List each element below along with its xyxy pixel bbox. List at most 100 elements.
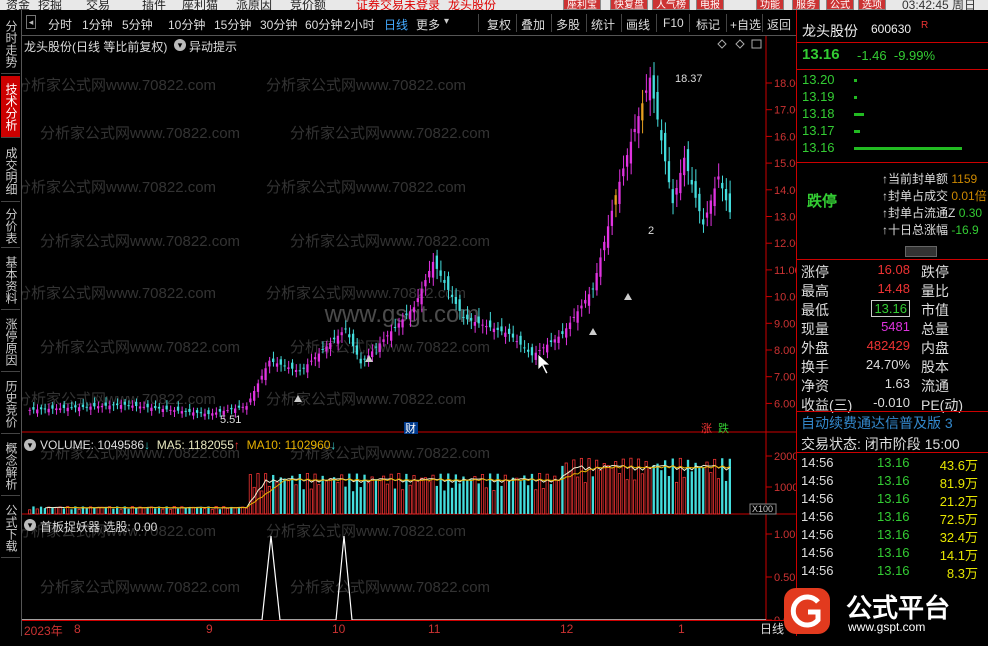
- stat-row: 最低 13.16 市值: [801, 300, 986, 319]
- tab-technical[interactable]: 技术分析: [1, 76, 20, 138]
- candle-body: [599, 257, 602, 277]
- volume-bar: [161, 508, 165, 515]
- tab-limit-reason[interactable]: 涨停原因: [1, 312, 20, 372]
- expand-button[interactable]: [905, 246, 937, 257]
- tab-profile[interactable]: 基本资料: [1, 250, 20, 310]
- period-2hour[interactable]: 2小时: [344, 16, 375, 33]
- volume-bar: [420, 477, 424, 515]
- volume-bar: [698, 466, 701, 514]
- price-tick: 8.00: [774, 345, 795, 357]
- adjust-button[interactable]: 复权: [487, 16, 511, 33]
- volume-bar: [294, 484, 298, 515]
- menu-item[interactable]: 竞价额: [290, 0, 326, 10]
- tab-concept[interactable]: 概念解析: [1, 436, 20, 496]
- subscription-banner[interactable]: 自动续费通达信普及版 3: [801, 413, 953, 433]
- info-icon[interactable]: ▾: [174, 39, 186, 51]
- volume-bar: [119, 509, 123, 515]
- login-status[interactable]: 证券交易未登录: [356, 0, 440, 10]
- candle-body: [237, 405, 241, 408]
- last-price: 13.16: [802, 46, 840, 63]
- period-5min[interactable]: 5分钟: [122, 16, 153, 33]
- candle-body: [606, 226, 610, 248]
- candle-body: [370, 351, 374, 358]
- menu-item[interactable]: 资金: [6, 0, 30, 10]
- volume-bar: [176, 508, 180, 514]
- add-watchlist-button[interactable]: +自选: [730, 16, 761, 33]
- menu-badge[interactable]: 服务: [792, 0, 820, 10]
- menu-badge[interactable]: 电报: [696, 0, 724, 10]
- period-intraday[interactable]: 分时: [48, 16, 72, 33]
- candle-body: [154, 405, 157, 409]
- menu-badge[interactable]: 公式: [826, 0, 854, 10]
- volume-bar: [583, 482, 587, 515]
- nav-left-icon[interactable]: ◂: [26, 15, 36, 29]
- stat-value: 1.63: [884, 376, 910, 391]
- watermark-text: 分析家公式网www.70822.com: [40, 579, 240, 596]
- candle-body: [310, 360, 313, 362]
- candle-body: [511, 333, 515, 338]
- candle-body: [519, 335, 522, 345]
- high-marker: 18.37: [675, 73, 703, 85]
- candle-body: [74, 405, 77, 408]
- menu-badge[interactable]: 座利宝: [563, 0, 601, 10]
- period-30min[interactable]: 30分钟: [260, 16, 297, 33]
- tab-formula-download[interactable]: 公式下载: [1, 498, 20, 558]
- candle-body: [340, 332, 343, 336]
- menu-item[interactable]: 挖掘: [38, 0, 62, 10]
- menu-item[interactable]: 插件: [142, 0, 166, 10]
- menu-item[interactable]: 交易: [86, 0, 110, 10]
- indicator-settings-icon[interactable]: ▾: [24, 519, 36, 531]
- candle-body: [492, 328, 496, 333]
- candle-body: [466, 314, 469, 320]
- back-button[interactable]: 返回: [767, 16, 791, 33]
- clock: 03:42:45 周日: [902, 0, 977, 10]
- overlay-button[interactable]: 叠加: [521, 16, 545, 33]
- period-daily[interactable]: 日线: [384, 16, 408, 33]
- volume-settings-icon[interactable]: ▾: [24, 439, 36, 451]
- candle-body: [211, 413, 214, 416]
- multi-stock-button[interactable]: 多股: [556, 16, 580, 33]
- candle-body: [405, 313, 408, 316]
- candle-body: [565, 328, 568, 338]
- volume-bar: [617, 473, 622, 515]
- period-60min[interactable]: 60分钟: [305, 16, 342, 33]
- tab-price-table[interactable]: 分价表: [1, 204, 20, 248]
- menu-item[interactable]: 派原因: [236, 0, 272, 10]
- volume-bar: [385, 483, 389, 515]
- candle-body: [279, 359, 282, 365]
- candle-body: [450, 294, 454, 297]
- draw-line-button[interactable]: 画线: [626, 16, 650, 33]
- menu-badge[interactable]: 快复盘: [610, 0, 648, 10]
- candle-body: [390, 331, 393, 341]
- volume-bar: [389, 473, 393, 515]
- stock-name: 龙头股份: [802, 23, 858, 39]
- stats-button[interactable]: 统计: [591, 16, 615, 33]
- period-10min[interactable]: 10分钟: [168, 16, 205, 33]
- chart-hint[interactable]: 异动提示: [189, 38, 237, 55]
- period-more[interactable]: 更多: [416, 16, 440, 33]
- stat-value: 14.48: [877, 281, 910, 296]
- menu-item[interactable]: 座利猫: [182, 0, 218, 10]
- volume-bar: [96, 506, 100, 515]
- candle-body: [43, 408, 47, 410]
- price-tick: 18.00: [774, 78, 796, 90]
- menu-badge[interactable]: 人气榜: [652, 0, 690, 10]
- watermark-text: 分析家公式网www.70822.com: [290, 233, 490, 250]
- candle-body: [507, 328, 511, 334]
- candle-body: [317, 353, 321, 362]
- menu-badge[interactable]: 选项: [858, 0, 886, 10]
- tick-volume: 43.6万: [939, 458, 978, 473]
- volume-tick: 20000: [774, 451, 796, 463]
- tab-intraday[interactable]: 分时走势: [1, 14, 20, 74]
- tab-trades[interactable]: 成交明细: [1, 140, 20, 202]
- period-1min[interactable]: 1分钟: [82, 16, 113, 33]
- volume-bar: [225, 507, 230, 515]
- candle-body: [618, 181, 621, 204]
- menu-badge[interactable]: 功能: [756, 0, 784, 10]
- volume-bar: [154, 508, 157, 514]
- tab-auction[interactable]: 历史竞价: [1, 374, 20, 434]
- period-15min[interactable]: 15分钟: [214, 16, 251, 33]
- stat-key2: 跌停: [921, 264, 949, 280]
- f10-button[interactable]: F10: [663, 16, 684, 30]
- mark-button[interactable]: 标记: [696, 16, 720, 33]
